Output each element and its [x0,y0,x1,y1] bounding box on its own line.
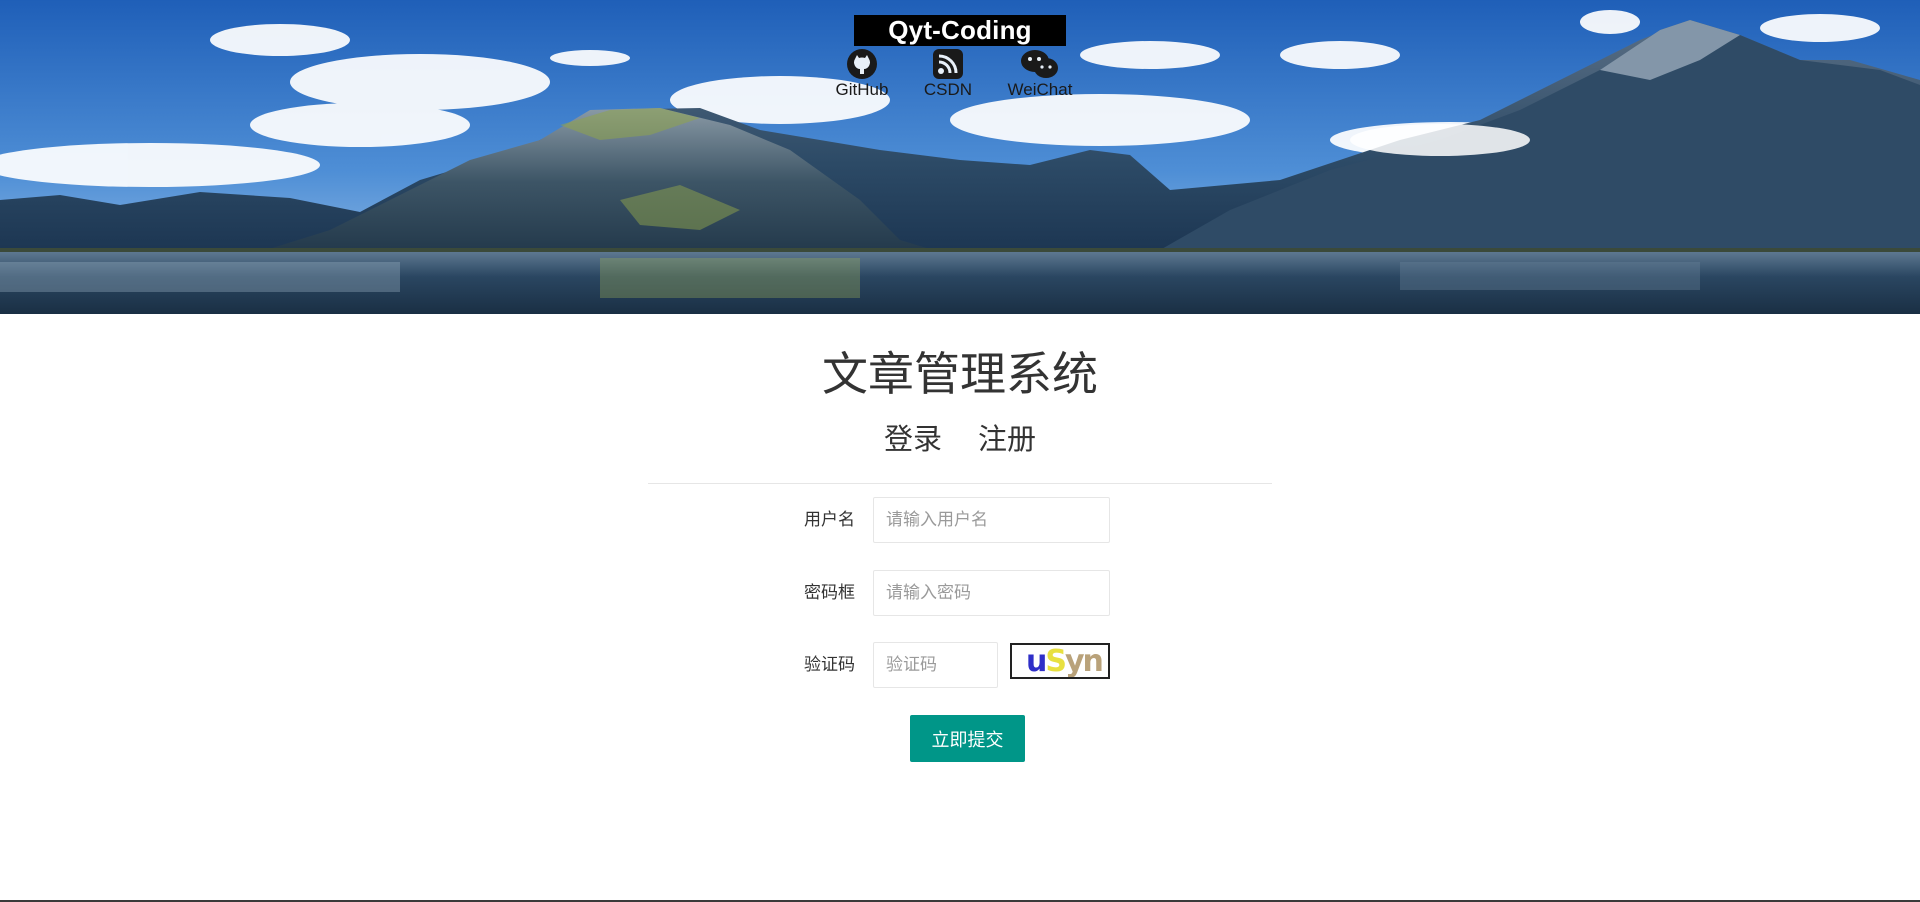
rss-icon [903,47,993,81]
username-input[interactable] [873,497,1110,543]
brand-logo: Qyt-Coding [854,15,1066,46]
password-label: 密码框 [804,583,855,602]
auth-tabs: 登录 注册 [0,420,1920,460]
submit-button[interactable]: 立即提交 [910,715,1025,762]
captcha-image[interactable]: uSyn [1010,643,1110,679]
csdn-label: CSDN [923,80,973,99]
wechat-label: WeiChat [1007,80,1073,99]
tab-divider [648,483,1272,484]
github-link[interactable]: GitHub [817,47,907,99]
tab-login[interactable]: 登录 [884,424,942,456]
tab-register[interactable]: 注册 [978,424,1036,456]
username-label: 用户名 [804,510,855,529]
captcha-label: 验证码 [804,655,855,674]
captcha-text: uSyn [1026,644,1104,679]
captcha-input[interactable] [873,642,998,688]
page-title: 文章管理系统 [822,348,1098,400]
csdn-link[interactable]: CSDN [903,47,993,99]
header-banner: Qyt-Coding GitHub CSDN WeiChat [0,0,1920,314]
wechat-icon [995,47,1085,81]
wechat-link[interactable]: WeiChat [995,47,1085,99]
github-label: GitHub [835,80,889,99]
password-input[interactable] [873,570,1110,616]
github-icon [817,47,907,81]
